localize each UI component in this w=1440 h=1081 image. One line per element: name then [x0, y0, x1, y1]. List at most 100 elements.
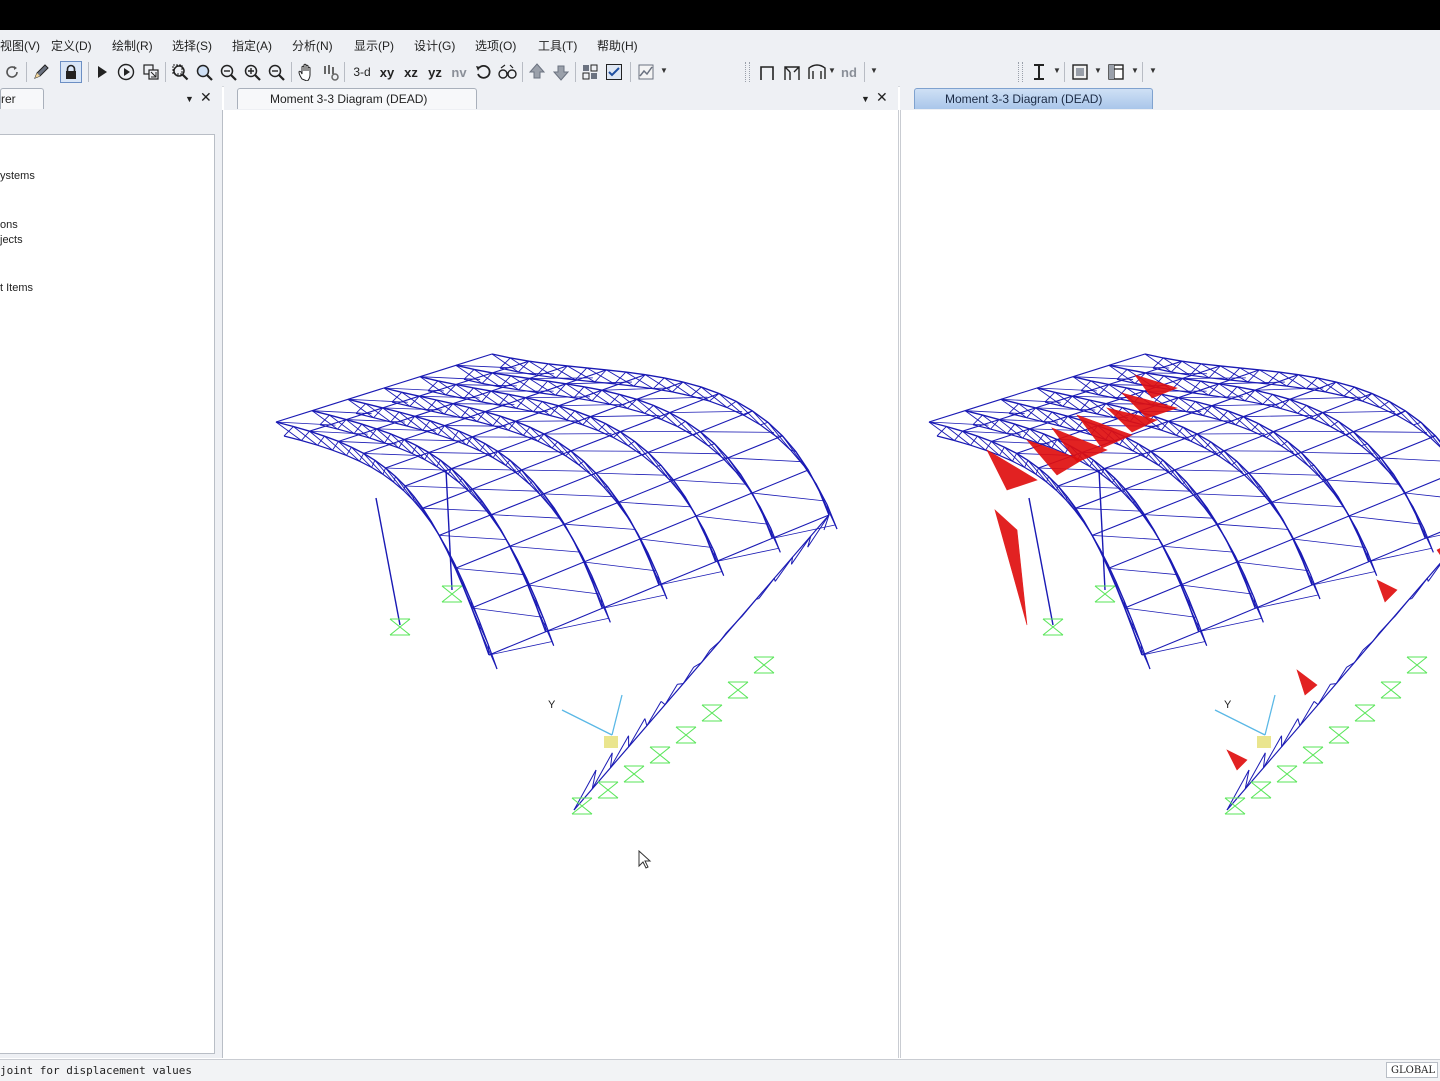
nd-button[interactable]: nd	[838, 63, 860, 81]
frame-diagonal	[648, 452, 720, 453]
frame-diagonal	[1181, 585, 1252, 594]
rubber-band-icon[interactable]	[320, 63, 340, 81]
pin-dropdown-icon[interactable]: ▼	[185, 94, 194, 104]
chevron-down-icon[interactable]: ▼	[1131, 66, 1139, 75]
pin-dropdown-icon[interactable]: ▼	[861, 94, 870, 104]
frame-diagonal	[772, 525, 835, 538]
menu-tools[interactable]: 工具(T)	[538, 37, 577, 54]
set-display-options-icon[interactable]	[604, 63, 624, 81]
area-icon[interactable]	[1070, 63, 1090, 81]
run-icon[interactable]	[94, 63, 110, 81]
support-symbol	[1407, 657, 1427, 673]
support-symbol	[728, 682, 748, 698]
zoom-restore-icon[interactable]	[194, 63, 214, 81]
frame-diagonal	[1144, 515, 1213, 519]
view-yz-button[interactable]: yz	[424, 63, 446, 81]
draw-portal-icon[interactable]	[781, 63, 803, 81]
view-xy-button[interactable]: xy	[376, 63, 398, 81]
frame-diagonal	[1176, 427, 1183, 435]
frame-diagonal	[1076, 421, 1083, 431]
tab-moment-diagram-left[interactable]: Moment 3-3 Diagram (DEAD)	[237, 88, 477, 109]
menu-options[interactable]: 选项(O)	[475, 37, 516, 54]
toolbar-grip[interactable]	[1018, 62, 1023, 82]
model-alive-icon[interactable]	[141, 63, 161, 81]
section-i-icon[interactable]	[1030, 63, 1048, 81]
tree-item[interactable]: t Items	[0, 282, 33, 294]
model-view-right[interactable]: Y	[900, 110, 1440, 1058]
view-3d-button[interactable]: 3-d	[350, 63, 374, 81]
lock-icon[interactable]	[60, 61, 82, 83]
model-view-left[interactable]: Y	[224, 110, 899, 1058]
menu-analyze[interactable]: 分析(N)	[292, 37, 333, 54]
zoom-window-icon[interactable]	[170, 63, 190, 81]
chevron-down-icon[interactable]: ▼	[660, 66, 668, 75]
frame-diagonal	[1007, 424, 1015, 433]
pencil-icon[interactable]	[31, 63, 51, 81]
toolbar: 3-d xy xz yz nv ▼ ▼ nd ▼ ▼	[0, 58, 1440, 87]
support-symbol	[624, 766, 644, 782]
close-icon[interactable]: ✕	[876, 90, 888, 104]
object-shrink-icon[interactable]	[580, 63, 600, 81]
menu-define[interactable]: 定义(D)	[51, 37, 92, 54]
frame-diagonal	[1263, 394, 1273, 404]
menu-design[interactable]: 设计(G)	[414, 37, 455, 54]
perspective-icon[interactable]	[496, 63, 518, 81]
draw-frame-icon[interactable]	[757, 63, 777, 81]
zoom-in-icon[interactable]	[242, 63, 262, 81]
frame-diagonal	[1163, 546, 1233, 552]
frame-diagonal	[391, 412, 399, 422]
table-icon[interactable]	[1106, 63, 1126, 81]
display-graph-icon[interactable]	[636, 63, 656, 81]
axis-y-label: Y	[548, 699, 555, 711]
menu-draw[interactable]: 绘制(R)	[112, 37, 153, 54]
axis-line	[1265, 695, 1275, 735]
frame-diagonal	[564, 524, 635, 529]
zoom-previous-icon[interactable]	[218, 63, 238, 81]
run-step-icon[interactable]	[116, 63, 136, 81]
support-symbol	[702, 705, 722, 721]
close-icon[interactable]: ✕	[200, 90, 212, 104]
frame-diagonal	[1133, 444, 1138, 451]
frame-diagonal	[1125, 489, 1192, 491]
tree-item[interactable]: jects	[0, 234, 23, 246]
frame-diagonal	[1197, 494, 1267, 497]
toolbar-grip[interactable]	[745, 62, 750, 82]
menu-view[interactable]: 视图(V)	[0, 37, 40, 54]
frame-diagonal	[515, 421, 580, 422]
tree-item[interactable]: ystems	[0, 170, 35, 182]
frame-diagonal	[528, 585, 599, 594]
frame-diagonal	[1237, 562, 1309, 571]
tree-item[interactable]: ons	[0, 219, 18, 231]
move-up-icon[interactable]	[527, 63, 547, 81]
draw-arc-icon[interactable]	[806, 63, 828, 81]
move-down-icon[interactable]	[551, 63, 571, 81]
tab-model-explorer[interactable]: rer	[0, 88, 44, 109]
frame-diagonal	[1293, 539, 1365, 548]
redo-icon[interactable]	[4, 63, 22, 81]
chevron-down-icon[interactable]: ▼	[1053, 66, 1061, 75]
coordinate-system-select[interactable]: GLOBAL	[1386, 1062, 1438, 1078]
menu-help[interactable]: 帮助(H)	[597, 37, 638, 54]
frame-column	[1029, 498, 1053, 625]
menu-display[interactable]: 显示(P)	[354, 37, 394, 54]
tab-moment-diagram-right[interactable]: Moment 3-3 Diagram (DEAD)	[914, 88, 1153, 109]
toolbar-separator	[26, 62, 27, 82]
pan-icon[interactable]	[296, 63, 316, 81]
chevron-down-icon[interactable]: ▼	[870, 66, 878, 75]
rotate-3d-icon[interactable]	[473, 63, 493, 81]
frame-diagonal	[1243, 415, 1312, 416]
zoom-out-icon[interactable]	[266, 63, 286, 81]
chevron-down-icon[interactable]: ▼	[1149, 66, 1157, 75]
frame-diagonal	[412, 446, 417, 454]
toolbar-separator	[522, 62, 523, 82]
menu-select[interactable]: 选择(S)	[172, 37, 212, 54]
chevron-down-icon[interactable]: ▼	[828, 66, 836, 75]
title-bar	[0, 0, 1440, 30]
frame-diagonal	[1012, 453, 1016, 461]
view-xz-button[interactable]: xz	[400, 63, 422, 81]
frame-skirt	[1314, 701, 1318, 704]
frame-diagonal	[986, 441, 992, 450]
chevron-down-icon[interactable]: ▼	[1094, 66, 1102, 75]
menu-assign[interactable]: 指定(A)	[232, 37, 272, 54]
view-nv-button[interactable]: nv	[448, 63, 470, 81]
